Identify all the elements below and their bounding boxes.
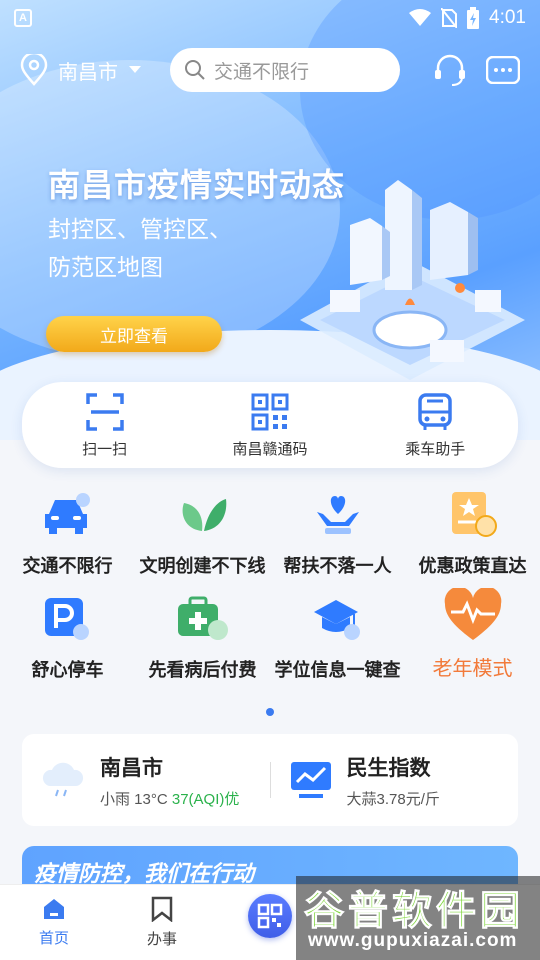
service-label: 交通不限行 (22, 556, 113, 576)
bus-helper-button[interactable]: 乘车助手 (365, 392, 505, 459)
tab-label: 办事 (146, 931, 177, 948)
tab-home[interactable]: 首页 (0, 885, 108, 960)
livelihood-index-widget[interactable]: 民生指数 大蒜3.78元/斤 (271, 734, 519, 826)
city-selector[interactable]: 南昌市 (20, 54, 142, 86)
index-detail: 大蒜3.78元/斤 (346, 790, 440, 808)
car-icon (41, 488, 95, 542)
tab-label: 首页 (38, 930, 69, 947)
weather-widget[interactable]: 南昌市 小雨 13°C 37(AQI)优 (22, 734, 270, 826)
status-bar: A 4:01 (0, 0, 540, 36)
services-row: 交通不限行 文明创建不下线 帮扶不落一人 优惠政策直达 (0, 488, 540, 592)
service-school[interactable]: 学位信息一键查 (270, 592, 405, 696)
weather-condition: 小雨 13°C (100, 790, 168, 808)
graduation-cap-icon (311, 592, 365, 646)
quick-action-label: 南昌赣通码 (232, 440, 308, 458)
elder-mode-label: 老年模式 (432, 658, 513, 680)
hero-banner[interactable]: A 4:01 南昌市 交通不限行 南昌市疫情实时动态 封控区、管控区、 防范区地… (0, 0, 540, 440)
location-pin-icon (20, 54, 48, 86)
service-traffic[interactable]: 交通不限行 (0, 488, 135, 592)
parking-icon (41, 592, 95, 646)
banner-subtitle: 封控区、管控区、 防范区地图 (48, 210, 232, 286)
view-now-button[interactable]: 立即查看 (46, 316, 222, 352)
service-medical[interactable]: 先看病后付费 (135, 592, 270, 696)
service-assistance[interactable]: 帮扶不落一人 (270, 488, 405, 592)
qr-code-icon (251, 393, 289, 430)
document-star-icon (446, 488, 500, 542)
city-illustration (300, 180, 525, 380)
leaf-icon (176, 488, 230, 542)
scan-button[interactable]: 扫一扫 (35, 392, 175, 459)
weather-city: 南昌市 (100, 756, 163, 780)
services-row: 舒心停车 先看病后付费 学位信息一键查 老年模式 (0, 588, 540, 696)
search-placeholder: 交通不限行 (214, 61, 310, 83)
info-card: 南昌市 小雨 13°C 37(AQI)优 民生指数 大蒜3.78元/斤 (22, 734, 518, 826)
watermark-url: www.gupuxiazai.com (308, 930, 518, 951)
service-label: 帮扶不落一人 (283, 556, 392, 576)
quick-action-label: 扫一扫 (82, 440, 128, 458)
bus-icon (418, 392, 453, 430)
chevron-down-icon (129, 66, 141, 73)
service-parking[interactable]: 舒心停车 (0, 592, 135, 696)
more-menu-icon[interactable] (486, 56, 520, 84)
aqi-value: 37(AQI)优 (171, 790, 240, 808)
service-label: 文明创建不下线 (139, 556, 266, 576)
bookmark-icon (151, 896, 173, 922)
health-code-button[interactable]: 南昌赣通码 (200, 392, 340, 459)
app-notification-icon: A (14, 9, 32, 27)
trend-chart-icon (290, 762, 331, 798)
weather-desc: 小雨 13°C 37(AQI)优 (100, 788, 239, 809)
city-name: 南昌市 (58, 61, 118, 84)
search-input[interactable]: 交通不限行 (170, 48, 400, 92)
qr-code-icon (257, 903, 283, 929)
service-label: 学位信息一键查 (274, 660, 401, 680)
service-label: 先看病后付费 (148, 660, 257, 680)
banner-subtitle-line: 防范区地图 (48, 254, 163, 280)
service-policy[interactable]: 优惠政策直达 (405, 488, 540, 592)
service-label: 舒心停车 (31, 660, 104, 680)
watermark: 谷普软件园 www.gupuxiazai.com (296, 876, 540, 960)
quick-action-label: 乘车助手 (405, 440, 466, 458)
scan-icon (85, 392, 124, 431)
medical-kit-icon (176, 592, 230, 646)
watermark-brand: 谷普软件园 (304, 889, 524, 934)
elder-mode-button[interactable]: 老年模式 (405, 588, 540, 696)
qr-scan-fab[interactable] (248, 894, 292, 938)
tab-services[interactable]: 办事 (108, 885, 216, 960)
rain-cloud-icon (42, 762, 84, 797)
no-sim-icon (441, 8, 458, 28)
customer-service-icon[interactable] (432, 52, 468, 88)
battery-icon (467, 7, 480, 29)
search-icon (185, 60, 205, 80)
quick-actions-bar: 扫一扫 南昌赣通码 乘车助手 (22, 382, 518, 468)
services-grid: 交通不限行 文明创建不下线 帮扶不落一人 优惠政策直达 舒心停车 先看病后付费 … (0, 488, 540, 696)
page-indicator (266, 708, 274, 716)
top-bar: 南昌市 交通不限行 (0, 44, 540, 96)
wifi-icon (409, 9, 432, 26)
banner-subtitle-line: 封控区、管控区、 (48, 216, 232, 242)
service-civilization[interactable]: 文明创建不下线 (135, 488, 270, 592)
helping-hands-icon (311, 488, 365, 542)
index-title: 民生指数 (346, 756, 431, 780)
status-time: 4:01 (489, 7, 526, 28)
heart-pulse-icon (443, 588, 503, 642)
service-label: 优惠政策直达 (418, 556, 527, 576)
home-icon (44, 899, 64, 919)
